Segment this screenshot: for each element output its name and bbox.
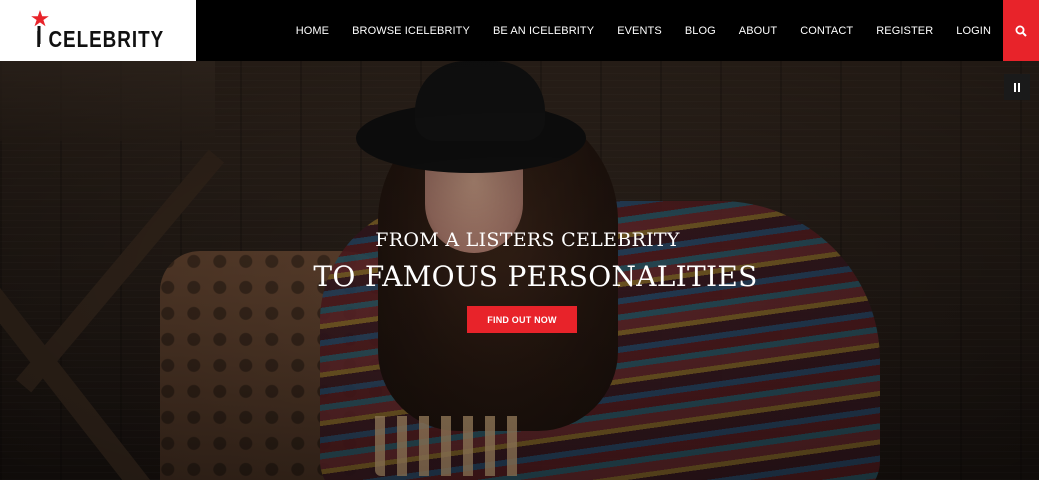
nav-events[interactable]: EVENTS <box>617 25 662 37</box>
nav-home[interactable]: HOME <box>296 25 329 37</box>
nav-login[interactable]: LOGIN <box>956 25 991 37</box>
hero-title: TO FAMOUS PERSONALITIES <box>313 260 758 293</box>
hero-content: FROM A LISTERS CELEBRITY TO FAMOUS PERSO… <box>0 61 1039 480</box>
find-out-now-button[interactable]: FIND OUT NOW <box>467 306 577 333</box>
hero-banner: FROM A LISTERS CELEBRITY TO FAMOUS PERSO… <box>0 61 1039 480</box>
logo[interactable]: I CELEBRITY <box>0 0 196 61</box>
nav-blog[interactable]: BLOG <box>685 25 716 37</box>
nav-about[interactable]: ABOUT <box>739 25 777 37</box>
main-nav: HOME BROWSE ICELEBRITY BE AN ICELEBRITY … <box>273 0 991 61</box>
nav-register[interactable]: REGISTER <box>876 25 933 37</box>
brand-name: I CELEBRITY <box>36 26 165 52</box>
search-icon <box>1015 25 1027 37</box>
pause-icon <box>1014 82 1020 92</box>
nav-be-an-icelebrity[interactable]: BE AN ICELEBRITY <box>493 25 594 37</box>
hero-subtitle: FROM A LISTERS CELEBRITY <box>375 229 680 251</box>
nav-contact[interactable]: CONTACT <box>800 25 853 37</box>
nav-browse-icelebrity[interactable]: BROWSE ICELEBRITY <box>352 25 470 37</box>
search-button[interactable] <box>1003 0 1039 61</box>
site-header: I CELEBRITY HOME BROWSE ICELEBRITY BE AN… <box>0 0 1039 61</box>
slider-pause-button[interactable] <box>1004 74 1030 100</box>
